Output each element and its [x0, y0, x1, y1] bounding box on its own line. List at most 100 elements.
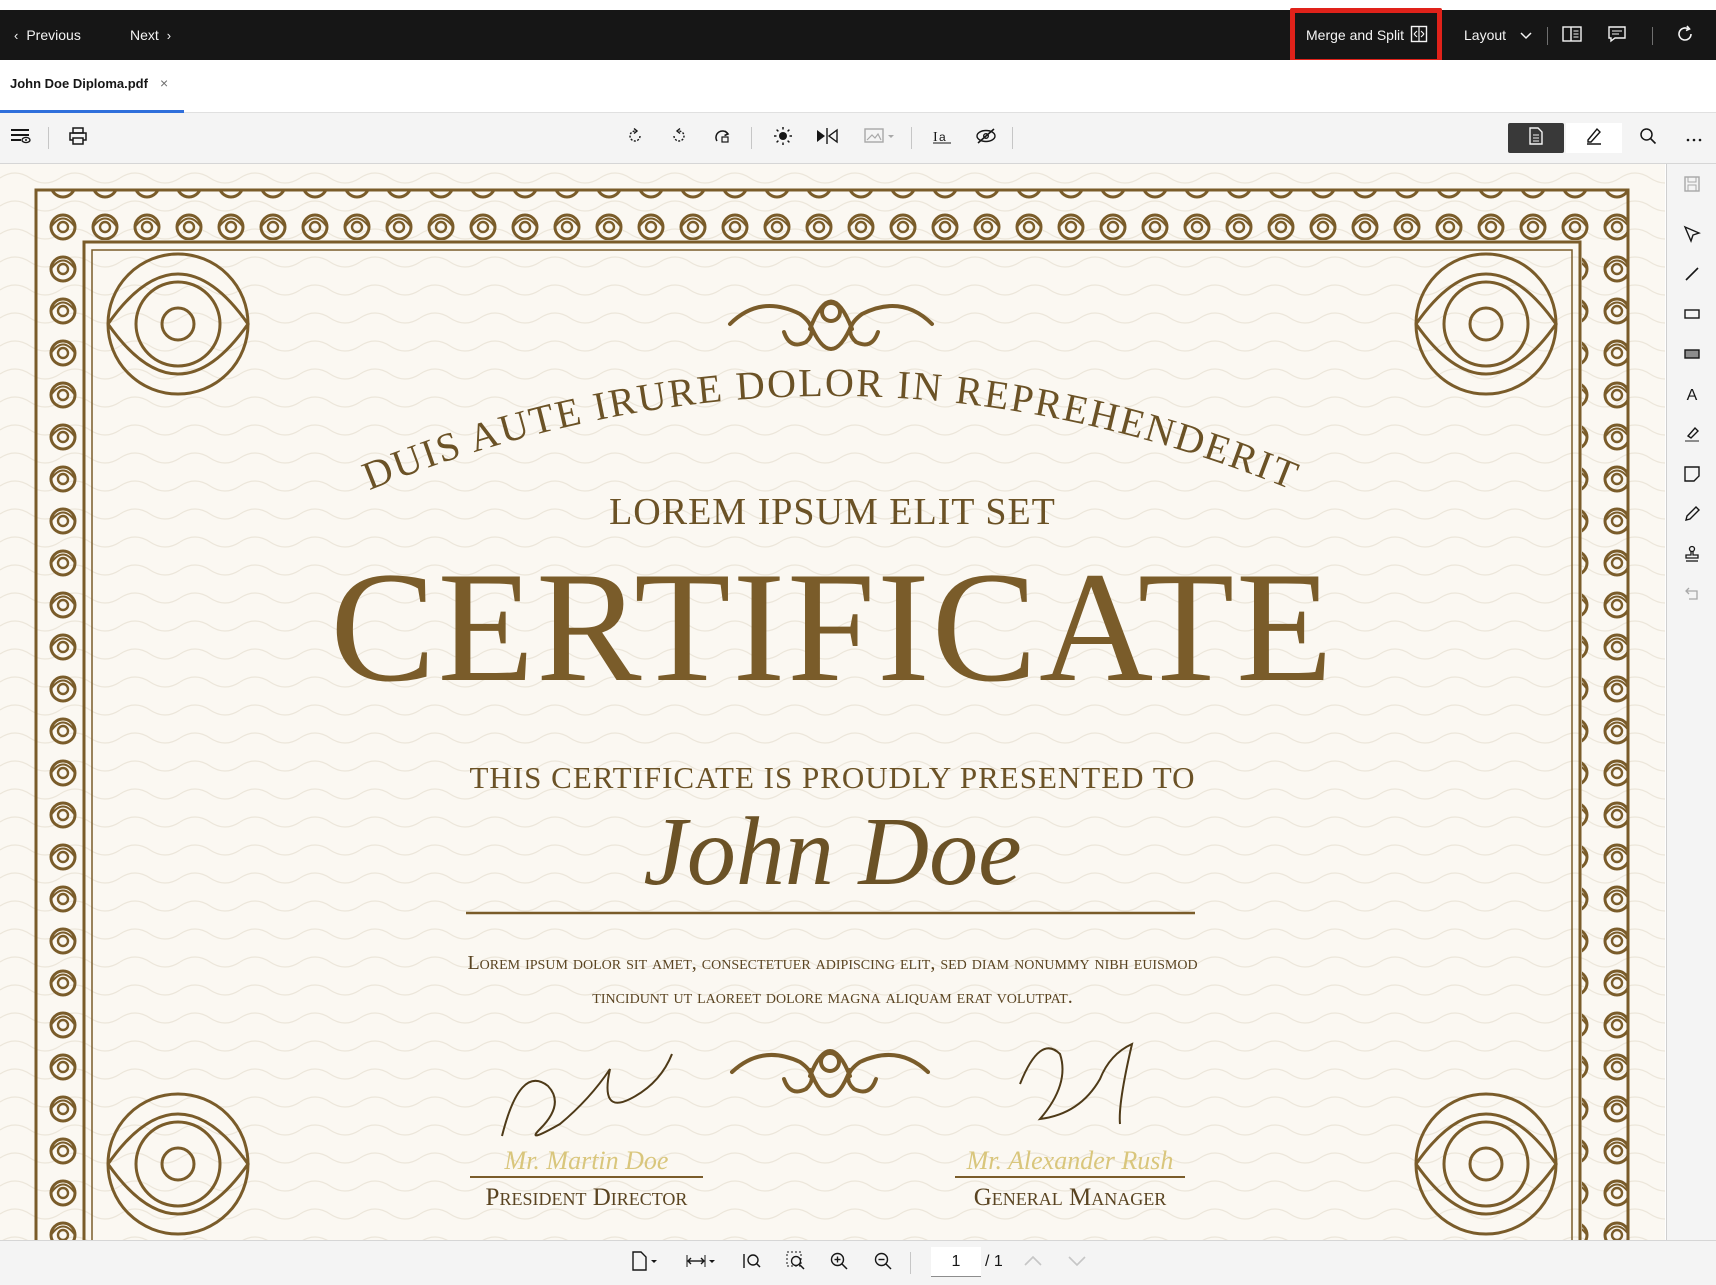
rotate-clockwise-button[interactable]: [711, 126, 735, 150]
eye-off-icon: [975, 127, 997, 150]
more-options-button[interactable]: [1682, 126, 1706, 150]
cursor-icon: [1683, 225, 1701, 248]
marquee-zoom-button[interactable]: [784, 1251, 808, 1275]
merge-split-highlight-box: [1290, 8, 1442, 64]
chevron-left-icon: ‹: [14, 27, 19, 43]
image-tools-dropdown[interactable]: [862, 126, 898, 150]
certificate-page: DUIS AUTE IRURE DOLOR IN REPREHENDERIT L…: [0, 164, 1665, 1240]
flip-button[interactable]: [815, 126, 839, 150]
page-view-dropdown[interactable]: [628, 1250, 664, 1276]
text-select-icon: Ia: [932, 126, 952, 151]
previous-button[interactable]: ‹ Previous: [14, 10, 81, 60]
document-tab-bar: John Doe Diploma.pdf ×: [0, 60, 1716, 113]
split-panel-icon: [1562, 25, 1582, 45]
hide-annotations-button[interactable]: [974, 126, 998, 150]
layout-dropdown[interactable]: Layout: [1464, 10, 1532, 60]
chevron-down-icon: [1067, 1254, 1087, 1272]
rotate-left-icon: [670, 127, 688, 150]
search-icon: [1639, 127, 1657, 150]
stamp-tool-button[interactable]: [1680, 544, 1704, 568]
page-icon: [631, 1250, 661, 1276]
close-tab-icon[interactable]: ×: [160, 75, 168, 91]
separator: [1547, 27, 1548, 45]
stamp-icon: [1683, 545, 1701, 568]
flip-horizontal-icon: [816, 127, 838, 150]
note-tool-button[interactable]: [1680, 464, 1704, 488]
separator: [1012, 127, 1013, 149]
previous-page-button[interactable]: [1021, 1251, 1045, 1275]
viewer-toolbar: Ia: [0, 113, 1716, 164]
layout-label: Layout: [1464, 27, 1507, 43]
zoom-out-button[interactable]: [871, 1251, 895, 1275]
sticky-note-icon: [1683, 465, 1701, 488]
view-mode-button[interactable]: [1508, 123, 1564, 153]
next-page-button[interactable]: [1065, 1251, 1089, 1275]
image-edit-icon: [864, 127, 896, 150]
filled-rectangle-icon: [1683, 345, 1701, 368]
certificate-title: CERTIFICATE: [330, 540, 1335, 715]
next-label: Next: [130, 27, 159, 43]
filled-rectangle-tool-button[interactable]: [1680, 344, 1704, 368]
refresh-button[interactable]: [1676, 10, 1694, 60]
rotate-right-icon: [714, 127, 732, 150]
separator: [1652, 27, 1653, 45]
zoom-area-icon: [742, 1251, 762, 1276]
separator: [751, 127, 752, 149]
rotate-icon: [626, 127, 644, 150]
zoom-in-button[interactable]: [827, 1251, 851, 1275]
certificate-body-line-1: Lorem ipsum dolor sit amet, consectetuer…: [467, 952, 1198, 974]
fit-width-icon: [686, 1251, 718, 1276]
overflow-menu-icon: [1686, 129, 1702, 147]
zoom-in-icon: [829, 1251, 849, 1276]
top-navigation-bar: ‹ Previous Next › Merge and Split Layout: [0, 10, 1716, 60]
presented-to-text: THIS CERTIFICATE IS PROUDLY PRESENTED TO: [469, 760, 1196, 795]
arc-heading-text: DUIS AUTE IRURE DOLOR IN REPREHENDERIT: [356, 360, 1304, 499]
signer-right-name: Mr. Alexander Rush: [966, 1146, 1174, 1175]
tab-filename: John Doe Diploma.pdf: [10, 76, 148, 91]
brightness-button[interactable]: [771, 126, 795, 150]
highlighter-icon: [1683, 425, 1701, 448]
draw-tool-button[interactable]: [1680, 504, 1704, 528]
select-tool-button[interactable]: [1680, 224, 1704, 248]
document-viewer[interactable]: DUIS AUTE IRURE DOLOR IN REPREHENDERIT L…: [0, 164, 1665, 1240]
separator: [910, 1252, 911, 1274]
view-controls-button[interactable]: [9, 126, 33, 150]
annotation-tools-panel: A: [1666, 164, 1716, 1240]
annotate-mode-button[interactable]: [1566, 123, 1622, 153]
certificate-subtitle: LOREM IPSUM ELIT SET: [609, 491, 1056, 533]
line-tool-button[interactable]: [1680, 264, 1704, 288]
save-icon: [1683, 175, 1701, 198]
rotate-counterclockwise-button[interactable]: [667, 126, 691, 150]
rectangle-tool-button[interactable]: [1680, 304, 1704, 328]
marquee-zoom-icon: [786, 1251, 806, 1276]
undo-icon: [1683, 585, 1701, 608]
text-tool-button[interactable]: A: [1680, 384, 1704, 408]
text-recognition-button[interactable]: Ia: [930, 126, 954, 150]
pencil-icon: [1683, 505, 1701, 528]
chevron-right-icon: ›: [166, 27, 172, 43]
signer-right-role: General Manager: [973, 1184, 1167, 1211]
chevron-down-icon: [1520, 27, 1532, 43]
fit-width-dropdown[interactable]: [684, 1251, 720, 1275]
split-view-button[interactable]: [1562, 10, 1582, 60]
document-tab[interactable]: John Doe Diploma.pdf ×: [0, 60, 184, 113]
arc-heading: DUIS AUTE IRURE DOLOR IN REPREHENDERIT: [356, 360, 1304, 499]
zoom-area-button[interactable]: [740, 1251, 764, 1275]
chevron-up-icon: [1023, 1254, 1043, 1272]
view-settings-icon: [10, 127, 32, 150]
save-annotations-button[interactable]: [1680, 174, 1704, 198]
signer-left-name: Mr. Martin Doe: [504, 1146, 669, 1175]
undo-annotation-button[interactable]: [1680, 584, 1704, 608]
next-button[interactable]: Next ›: [130, 10, 171, 60]
rotate-button[interactable]: [623, 126, 647, 150]
separator: [911, 127, 912, 149]
search-button[interactable]: [1636, 126, 1660, 150]
recipient-name: John Doe: [643, 798, 1022, 906]
comment-icon: [1607, 25, 1627, 46]
highlight-tool-button[interactable]: [1680, 424, 1704, 448]
comments-button[interactable]: [1607, 10, 1627, 60]
total-pages-label: / 1: [985, 1253, 1003, 1270]
pen-edit-icon: [1585, 127, 1603, 150]
print-button[interactable]: [66, 126, 90, 150]
current-page-input[interactable]: [931, 1247, 981, 1277]
